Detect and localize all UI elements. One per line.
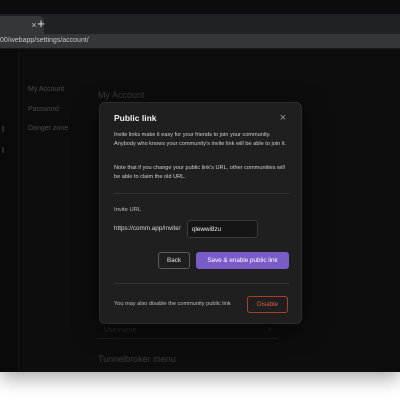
app-strip <box>0 49 19 372</box>
background-field-text: Username <box>104 327 137 334</box>
public-link-modal: Public link × Invite links make it easy … <box>99 102 302 324</box>
strip-mark <box>2 126 4 132</box>
background-field: Username × <box>98 324 278 339</box>
disable-button[interactable]: Disable <box>247 296 288 313</box>
invite-url-prefix: https://comm.app/invite/ <box>114 225 181 232</box>
strip-mark <box>2 147 4 153</box>
address-bar[interactable]: 00/webapp/settings/account/ <box>0 34 400 49</box>
back-button[interactable]: Back <box>158 252 190 269</box>
sidebar-item-my-account[interactable]: My Account <box>28 86 64 93</box>
invite-url-label: Invite URL <box>114 207 142 213</box>
url-text[interactable]: 00/webapp/settings/account/ <box>0 34 89 48</box>
page-title: My Account <box>98 90 145 100</box>
disable-note: You may also disable the community publi… <box>114 301 231 307</box>
sidebar-item-danger-zone[interactable]: Danger zone <box>28 125 68 132</box>
clear-icon: × <box>267 325 272 334</box>
divider <box>114 283 289 284</box>
close-icon[interactable]: × <box>276 111 290 125</box>
new-tab-icon[interactable]: + <box>34 16 48 32</box>
section-title: Tunnelbroker menu <box>98 354 176 364</box>
save-enable-public-link-button[interactable]: Save & enable public link <box>196 252 289 269</box>
invite-url-input[interactable] <box>187 220 258 238</box>
modal-note: Note that if you change your public link… <box>114 165 285 180</box>
tab-bar: × + <box>0 14 400 34</box>
modal-title: Public link <box>114 113 157 123</box>
sidebar-item-password[interactable]: Password <box>28 106 59 113</box>
divider <box>114 193 289 194</box>
modal-description: Invite links make it easy for your frien… <box>114 132 287 147</box>
browser-window: × + 00/webapp/settings/account/ My Accou… <box>0 0 400 372</box>
